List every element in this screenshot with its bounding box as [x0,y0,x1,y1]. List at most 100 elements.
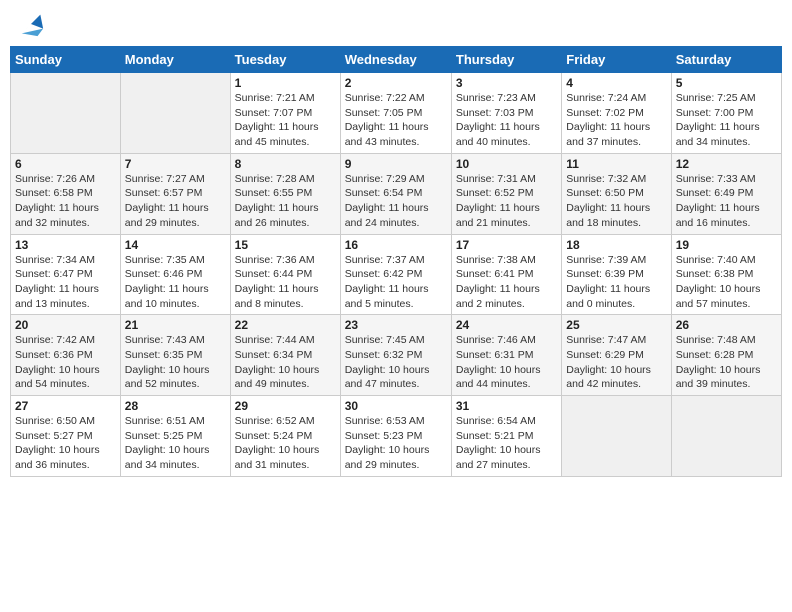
day-number: 30 [345,399,447,413]
day-number: 12 [676,157,777,171]
calendar-cell: 6Sunrise: 7:26 AM Sunset: 6:58 PM Daylig… [11,153,121,234]
day-header-wednesday: Wednesday [340,47,451,73]
cell-info: Sunrise: 7:24 AM Sunset: 7:02 PM Dayligh… [566,91,666,150]
day-number: 21 [125,318,226,332]
calendar-cell: 1Sunrise: 7:21 AM Sunset: 7:07 PM Daylig… [230,73,340,154]
cell-info: Sunrise: 6:51 AM Sunset: 5:25 PM Dayligh… [125,414,226,473]
calendar-table: SundayMondayTuesdayWednesdayThursdayFrid… [10,46,782,477]
calendar-cell: 25Sunrise: 7:47 AM Sunset: 6:29 PM Dayli… [562,315,671,396]
day-number: 1 [235,76,336,90]
cell-info: Sunrise: 6:52 AM Sunset: 5:24 PM Dayligh… [235,414,336,473]
calendar-cell: 13Sunrise: 7:34 AM Sunset: 6:47 PM Dayli… [11,234,121,315]
cell-info: Sunrise: 7:26 AM Sunset: 6:58 PM Dayligh… [15,172,116,231]
calendar-cell: 23Sunrise: 7:45 AM Sunset: 6:32 PM Dayli… [340,315,451,396]
calendar-cell: 19Sunrise: 7:40 AM Sunset: 6:38 PM Dayli… [671,234,781,315]
cell-info: Sunrise: 7:27 AM Sunset: 6:57 PM Dayligh… [125,172,226,231]
calendar-week-row: 1Sunrise: 7:21 AM Sunset: 7:07 PM Daylig… [11,73,782,154]
calendar-cell: 27Sunrise: 6:50 AM Sunset: 5:27 PM Dayli… [11,396,121,477]
cell-info: Sunrise: 7:29 AM Sunset: 6:54 PM Dayligh… [345,172,447,231]
cell-info: Sunrise: 7:47 AM Sunset: 6:29 PM Dayligh… [566,333,666,392]
calendar-week-row: 6Sunrise: 7:26 AM Sunset: 6:58 PM Daylig… [11,153,782,234]
page-header [10,10,782,38]
calendar-cell [11,73,121,154]
day-number: 23 [345,318,447,332]
cell-info: Sunrise: 7:43 AM Sunset: 6:35 PM Dayligh… [125,333,226,392]
cell-info: Sunrise: 6:54 AM Sunset: 5:21 PM Dayligh… [456,414,557,473]
calendar-cell: 24Sunrise: 7:46 AM Sunset: 6:31 PM Dayli… [451,315,561,396]
day-header-tuesday: Tuesday [230,47,340,73]
day-header-sunday: Sunday [11,47,121,73]
calendar-cell [562,396,671,477]
calendar-header-row: SundayMondayTuesdayWednesdayThursdayFrid… [11,47,782,73]
cell-info: Sunrise: 7:45 AM Sunset: 6:32 PM Dayligh… [345,333,447,392]
calendar-cell: 10Sunrise: 7:31 AM Sunset: 6:52 PM Dayli… [451,153,561,234]
calendar-cell: 30Sunrise: 6:53 AM Sunset: 5:23 PM Dayli… [340,396,451,477]
day-number: 25 [566,318,666,332]
day-number: 10 [456,157,557,171]
cell-info: Sunrise: 7:22 AM Sunset: 7:05 PM Dayligh… [345,91,447,150]
day-number: 18 [566,238,666,252]
day-number: 29 [235,399,336,413]
cell-info: Sunrise: 7:33 AM Sunset: 6:49 PM Dayligh… [676,172,777,231]
calendar-cell: 28Sunrise: 6:51 AM Sunset: 5:25 PM Dayli… [120,396,230,477]
day-number: 16 [345,238,447,252]
calendar-week-row: 13Sunrise: 7:34 AM Sunset: 6:47 PM Dayli… [11,234,782,315]
calendar-cell: 18Sunrise: 7:39 AM Sunset: 6:39 PM Dayli… [562,234,671,315]
day-number: 5 [676,76,777,90]
calendar-cell: 7Sunrise: 7:27 AM Sunset: 6:57 PM Daylig… [120,153,230,234]
cell-info: Sunrise: 7:39 AM Sunset: 6:39 PM Dayligh… [566,253,666,312]
cell-info: Sunrise: 7:28 AM Sunset: 6:55 PM Dayligh… [235,172,336,231]
day-number: 27 [15,399,116,413]
day-number: 17 [456,238,557,252]
day-header-thursday: Thursday [451,47,561,73]
calendar-cell: 14Sunrise: 7:35 AM Sunset: 6:46 PM Dayli… [120,234,230,315]
cell-info: Sunrise: 7:23 AM Sunset: 7:03 PM Dayligh… [456,91,557,150]
cell-info: Sunrise: 7:34 AM Sunset: 6:47 PM Dayligh… [15,253,116,312]
calendar-cell: 2Sunrise: 7:22 AM Sunset: 7:05 PM Daylig… [340,73,451,154]
day-number: 11 [566,157,666,171]
cell-info: Sunrise: 7:42 AM Sunset: 6:36 PM Dayligh… [15,333,116,392]
calendar-week-row: 27Sunrise: 6:50 AM Sunset: 5:27 PM Dayli… [11,396,782,477]
calendar-cell: 8Sunrise: 7:28 AM Sunset: 6:55 PM Daylig… [230,153,340,234]
calendar-cell: 29Sunrise: 6:52 AM Sunset: 5:24 PM Dayli… [230,396,340,477]
day-header-friday: Friday [562,47,671,73]
day-number: 2 [345,76,447,90]
day-number: 31 [456,399,557,413]
cell-info: Sunrise: 7:36 AM Sunset: 6:44 PM Dayligh… [235,253,336,312]
cell-info: Sunrise: 7:48 AM Sunset: 6:28 PM Dayligh… [676,333,777,392]
day-number: 4 [566,76,666,90]
calendar-cell: 15Sunrise: 7:36 AM Sunset: 6:44 PM Dayli… [230,234,340,315]
day-number: 14 [125,238,226,252]
calendar-week-row: 20Sunrise: 7:42 AM Sunset: 6:36 PM Dayli… [11,315,782,396]
cell-info: Sunrise: 6:53 AM Sunset: 5:23 PM Dayligh… [345,414,447,473]
cell-info: Sunrise: 7:25 AM Sunset: 7:00 PM Dayligh… [676,91,777,150]
day-number: 26 [676,318,777,332]
cell-info: Sunrise: 6:50 AM Sunset: 5:27 PM Dayligh… [15,414,116,473]
day-header-monday: Monday [120,47,230,73]
calendar-cell: 4Sunrise: 7:24 AM Sunset: 7:02 PM Daylig… [562,73,671,154]
day-number: 28 [125,399,226,413]
logo [14,10,45,38]
day-number: 24 [456,318,557,332]
day-number: 22 [235,318,336,332]
day-number: 13 [15,238,116,252]
cell-info: Sunrise: 7:21 AM Sunset: 7:07 PM Dayligh… [235,91,336,150]
cell-info: Sunrise: 7:38 AM Sunset: 6:41 PM Dayligh… [456,253,557,312]
day-header-saturday: Saturday [671,47,781,73]
day-number: 3 [456,76,557,90]
calendar-cell: 12Sunrise: 7:33 AM Sunset: 6:49 PM Dayli… [671,153,781,234]
day-number: 9 [345,157,447,171]
calendar-cell: 16Sunrise: 7:37 AM Sunset: 6:42 PM Dayli… [340,234,451,315]
cell-info: Sunrise: 7:44 AM Sunset: 6:34 PM Dayligh… [235,333,336,392]
calendar-cell [120,73,230,154]
calendar-cell: 26Sunrise: 7:48 AM Sunset: 6:28 PM Dayli… [671,315,781,396]
cell-info: Sunrise: 7:46 AM Sunset: 6:31 PM Dayligh… [456,333,557,392]
logo-icon [17,10,45,38]
day-number: 15 [235,238,336,252]
cell-info: Sunrise: 7:40 AM Sunset: 6:38 PM Dayligh… [676,253,777,312]
cell-info: Sunrise: 7:37 AM Sunset: 6:42 PM Dayligh… [345,253,447,312]
calendar-cell: 17Sunrise: 7:38 AM Sunset: 6:41 PM Dayli… [451,234,561,315]
cell-info: Sunrise: 7:31 AM Sunset: 6:52 PM Dayligh… [456,172,557,231]
calendar-cell [671,396,781,477]
cell-info: Sunrise: 7:32 AM Sunset: 6:50 PM Dayligh… [566,172,666,231]
